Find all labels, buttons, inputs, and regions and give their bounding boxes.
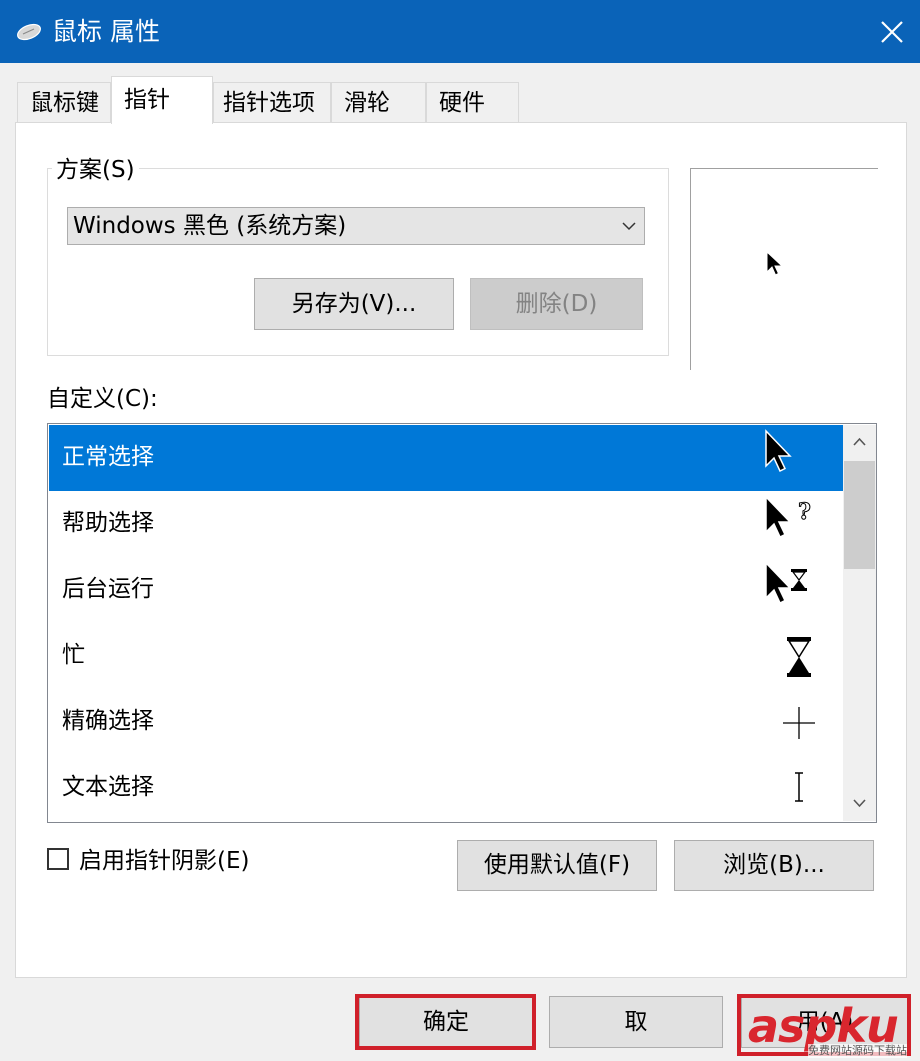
busy-hourglass-cursor-icon [787,637,811,677]
list-item[interactable]: 忙 [49,623,843,689]
tab-wheel[interactable]: 滑轮 [331,82,426,122]
cursor-preview [690,168,878,370]
svg-text:?: ? [798,499,811,525]
text-beam-cursor-icon [795,772,803,802]
title-bar: 鼠标 属性 [0,0,920,63]
mouse-icon [17,23,41,41]
watermark-subtext: 免费网站源码下载站 [808,1044,907,1058]
save-as-button[interactable]: 另存为(V)... [254,278,454,330]
list-item[interactable]: 后台运行 [49,557,843,623]
pointer-shadow-checkbox[interactable] [47,848,69,870]
crosshair-cursor-icon [783,707,815,739]
window-title: 鼠标 属性 [52,17,160,46]
browse-button[interactable]: 浏览(B)... [674,840,874,891]
tab-pointer-options[interactable]: 指针选项 [213,82,331,122]
delete-button[interactable]: 删除(D) [470,278,643,330]
scrollbar-thumb[interactable] [844,461,875,569]
customize-label: 自定义(C): [47,386,158,412]
use-default-button[interactable]: 使用默认值(F) [457,840,657,891]
cursor-list[interactable]: 正常选择 帮助选择 ? 后台运行 忙 精确选择 文本选择 [47,423,877,823]
list-item[interactable]: 正常选择 [49,425,843,491]
pointer-shadow-label: 启用指针阴影(E) [79,848,250,874]
arrow-cursor-preview-icon [766,251,784,276]
cancel-button[interactable]: 取 [549,996,723,1048]
scheme-select-value: Windows 黑色 (系统方案) [73,213,347,239]
tab-mouse-buttons[interactable]: 鼠标键 [17,82,111,122]
chevron-down-icon[interactable] [843,787,876,821]
scheme-label: 方案(S) [52,156,139,184]
arrow-cursor-icon [765,429,792,473]
scheme-select[interactable]: Windows 黑色 (系统方案) [67,207,645,245]
chevron-up-icon[interactable] [843,425,876,459]
chevron-down-icon [622,222,636,231]
tab-hardware[interactable]: 硬件 [426,82,519,122]
close-icon[interactable] [870,10,914,54]
help-cursor-icon: ? [765,495,811,539]
list-item[interactable]: 帮助选择 ? [49,491,843,557]
working-in-background-cursor-icon [765,561,807,605]
ok-highlight-box [355,994,536,1050]
list-item[interactable]: 文本选择 [49,755,843,821]
list-scrollbar[interactable] [843,425,876,821]
tab-pointers[interactable]: 指针 [111,76,213,124]
list-item[interactable]: 精确选择 [49,689,843,755]
